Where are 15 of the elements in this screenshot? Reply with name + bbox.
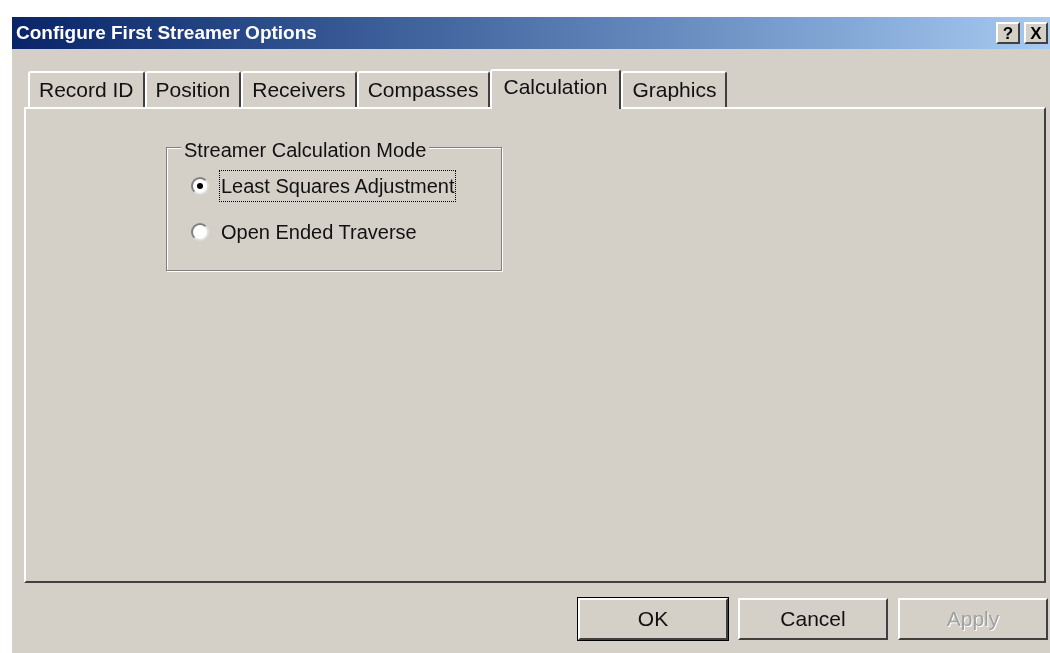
tab[interactable]: Graphics [621, 71, 728, 107]
tab[interactable]: Compasses [356, 71, 490, 107]
radio-label: Least Squares Adjustment [219, 170, 457, 202]
tab[interactable]: Record ID [28, 71, 145, 107]
tab[interactable]: Receivers [241, 71, 357, 107]
help-button[interactable]: ? [996, 22, 1020, 44]
dialog-button[interactable]: OK [578, 598, 728, 640]
close-button[interactable]: X [1024, 22, 1048, 44]
tab[interactable]: Position [144, 71, 242, 107]
radio-button[interactable] [191, 177, 209, 195]
dialog-button[interactable]: Cancel [738, 598, 888, 640]
radio-label: Open Ended Traverse [220, 220, 418, 245]
window-title: Configure First Streamer Options [16, 20, 317, 45]
tab[interactable]: Calculation [489, 69, 622, 109]
radio-button[interactable] [191, 223, 209, 241]
